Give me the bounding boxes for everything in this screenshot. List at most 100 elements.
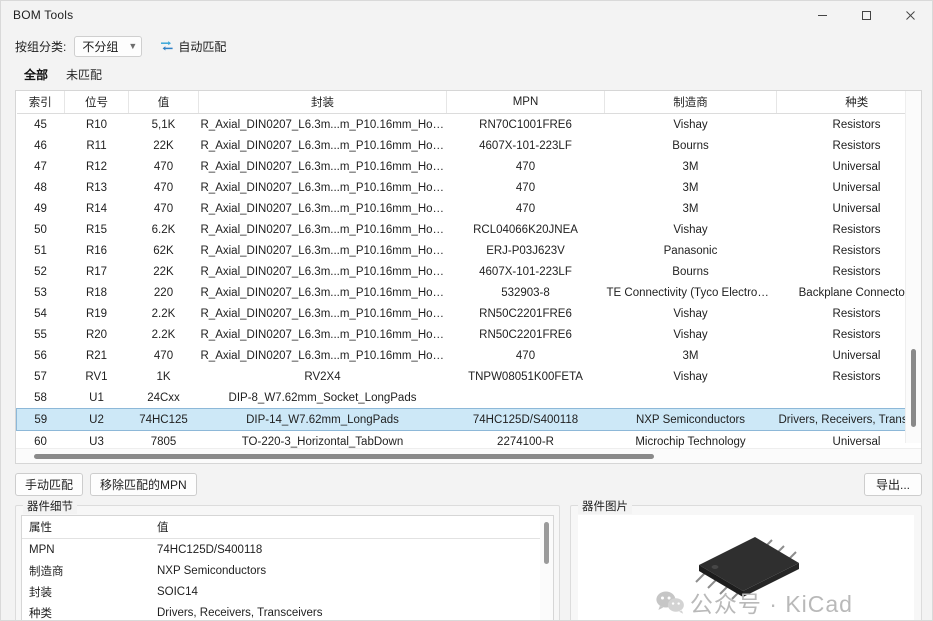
chevron-down-icon: ▼ bbox=[128, 42, 137, 51]
cell-category bbox=[777, 387, 923, 409]
soic-chip-photo bbox=[671, 529, 821, 603]
table-row[interactable]: 49R14470R_Axial_DIN0207_L6.3m...m_P10.16… bbox=[17, 198, 923, 219]
table-row[interactable]: 48R13470R_Axial_DIN0207_L6.3m...m_P10.16… bbox=[17, 177, 923, 198]
cell-manufacturer: TE Connectivity (Tyco Electronics) bbox=[605, 282, 777, 303]
cell-mpn: 4607X-101-223LF bbox=[447, 261, 605, 282]
details-column-header-property: 属性 bbox=[22, 516, 150, 539]
cell-category: Resistors bbox=[777, 366, 923, 387]
details-row: 封装SOIC14 bbox=[22, 581, 553, 602]
tab-all[interactable]: 全部 bbox=[15, 64, 57, 86]
cell-footprint: R_Axial_DIN0207_L6.3m...m_P10.16mm_Horiz… bbox=[199, 114, 447, 136]
table-horizontal-scrollbar[interactable] bbox=[16, 448, 921, 463]
component-details-legend: 器件细节 bbox=[23, 498, 77, 514]
component-details-table-container: 属性 值 MPN74HC125D/S400118制造商NXP Semicondu… bbox=[21, 515, 554, 621]
auto-match-label: 自动匹配 bbox=[178, 38, 226, 55]
cell-manufacturer: Vishay bbox=[605, 303, 777, 324]
cell-manufacturer: Vishay bbox=[605, 219, 777, 240]
details-column-header-value: 值 bbox=[150, 516, 553, 539]
table-row[interactable]: 55R202.2KR_Axial_DIN0207_L6.3m...m_P10.1… bbox=[17, 324, 923, 345]
cell-value: 22K bbox=[129, 261, 199, 282]
details-cell-value: SOIC14 bbox=[150, 581, 553, 602]
window-title: BOM Tools bbox=[13, 8, 73, 22]
details-cell-property: 制造商 bbox=[22, 560, 150, 581]
details-cell-value: Drivers, Receivers, Transceivers bbox=[150, 602, 553, 621]
cell-value: 62K bbox=[129, 240, 199, 261]
auto-match-button[interactable]: 自动匹配 bbox=[156, 37, 230, 56]
column-header-designator[interactable]: 位号 bbox=[65, 91, 129, 114]
group-by-select[interactable]: 不分组 ▼ bbox=[74, 36, 142, 57]
column-header-category[interactable]: 种类 bbox=[777, 91, 923, 114]
cell-mpn: 470 bbox=[447, 177, 605, 198]
table-vertical-scroll-thumb[interactable] bbox=[911, 349, 916, 427]
table-row[interactable]: 51R1662KR_Axial_DIN0207_L6.3m...m_P10.16… bbox=[17, 240, 923, 261]
cell-footprint: DIP-8_W7.62mm_Socket_LongPads bbox=[199, 387, 447, 409]
minimize-icon[interactable] bbox=[800, 1, 844, 29]
table-row[interactable]: 45R105,1KR_Axial_DIN0207_L6.3m...m_P10.1… bbox=[17, 114, 923, 136]
title-bar: BOM Tools bbox=[1, 1, 932, 29]
cell-value: 22K bbox=[129, 135, 199, 156]
column-header-index[interactable]: 索引 bbox=[17, 91, 65, 114]
group-by-value: 不分组 bbox=[82, 38, 118, 55]
manual-match-button[interactable]: 手动匹配 bbox=[15, 473, 83, 496]
cell-index: 49 bbox=[17, 198, 65, 219]
cell-mpn: RN50C2201FRE6 bbox=[447, 303, 605, 324]
cell-designator: RV1 bbox=[65, 366, 129, 387]
cell-index: 54 bbox=[17, 303, 65, 324]
table-row[interactable]: 53R18220R_Axial_DIN0207_L6.3m...m_P10.16… bbox=[17, 282, 923, 303]
table-vertical-scrollbar[interactable] bbox=[905, 91, 921, 443]
column-header-footprint[interactable]: 封装 bbox=[199, 91, 447, 114]
cell-manufacturer: 3M bbox=[605, 345, 777, 366]
details-cell-property: 封装 bbox=[22, 581, 150, 602]
tab-unmatched[interactable]: 未匹配 bbox=[57, 64, 111, 86]
cell-manufacturer: 3M bbox=[605, 156, 777, 177]
details-row: MPN74HC125D/S400118 bbox=[22, 539, 553, 561]
cell-mpn: TNPW08051K00FETA bbox=[447, 366, 605, 387]
cell-designator: R18 bbox=[65, 282, 129, 303]
cell-footprint: R_Axial_DIN0207_L6.3m...m_P10.16mm_Horiz… bbox=[199, 135, 447, 156]
maximize-icon[interactable] bbox=[844, 1, 888, 29]
details-cell-property: 种类 bbox=[22, 602, 150, 621]
table-row[interactable]: 56R21470R_Axial_DIN0207_L6.3m...m_P10.16… bbox=[17, 345, 923, 366]
details-vertical-scroll-thumb[interactable] bbox=[544, 522, 549, 564]
close-icon[interactable] bbox=[888, 1, 932, 29]
table-row[interactable]: 58U124CxxDIP-8_W7.62mm_Socket_LongPads bbox=[17, 387, 923, 409]
cell-footprint: R_Axial_DIN0207_L6.3m...m_P10.16mm_Horiz… bbox=[199, 282, 447, 303]
table-row[interactable]: 57RV11KRV2X4TNPW08051K00FETAVishayResist… bbox=[17, 366, 923, 387]
column-header-manufacturer[interactable]: 制造商 bbox=[605, 91, 777, 114]
cell-category: Universal bbox=[777, 156, 923, 177]
tab-bar: 全部 未匹配 bbox=[1, 64, 932, 86]
cell-manufacturer: Vishay bbox=[605, 114, 777, 136]
cell-mpn: RN50C2201FRE6 bbox=[447, 324, 605, 345]
cell-designator: R17 bbox=[65, 261, 129, 282]
component-details-table: 属性 值 MPN74HC125D/S400118制造商NXP Semicondu… bbox=[22, 516, 553, 621]
cell-index: 59 bbox=[17, 409, 65, 431]
cell-category: Universal bbox=[777, 345, 923, 366]
component-details-panel: 器件细节 属性 值 MPN74HC125D/S400118制造商NXP Semi… bbox=[15, 505, 560, 621]
cell-designator: R12 bbox=[65, 156, 129, 177]
table-horizontal-scroll-thumb[interactable] bbox=[34, 454, 654, 459]
table-row[interactable]: 54R192.2KR_Axial_DIN0207_L6.3m...m_P10.1… bbox=[17, 303, 923, 324]
export-button[interactable]: 导出... bbox=[864, 473, 922, 496]
column-header-value[interactable]: 值 bbox=[129, 91, 199, 114]
table-row[interactable]: 46R1122KR_Axial_DIN0207_L6.3m...m_P10.16… bbox=[17, 135, 923, 156]
table-row[interactable]: 52R1722KR_Axial_DIN0207_L6.3m...m_P10.16… bbox=[17, 261, 923, 282]
remove-matched-mpn-button[interactable]: 移除匹配的MPN bbox=[90, 473, 197, 496]
cell-index: 55 bbox=[17, 324, 65, 345]
cell-index: 58 bbox=[17, 387, 65, 409]
table-row[interactable]: 47R12470R_Axial_DIN0207_L6.3m...m_P10.16… bbox=[17, 156, 923, 177]
cell-mpn: 532903-8 bbox=[447, 282, 605, 303]
cell-index: 50 bbox=[17, 219, 65, 240]
table-row[interactable]: 59U274HC125DIP-14_W7.62mm_LongPads74HC12… bbox=[17, 409, 923, 431]
cell-manufacturer bbox=[605, 387, 777, 409]
table-row[interactable]: 50R156.2KR_Axial_DIN0207_L6.3m...m_P10.1… bbox=[17, 219, 923, 240]
cell-value: 24Cxx bbox=[129, 387, 199, 409]
bom-table-container: 索引 位号 值 封装 MPN 制造商 种类 45R105,1KR_Axial_D… bbox=[15, 90, 922, 464]
details-vertical-scrollbar[interactable] bbox=[540, 516, 553, 621]
cell-footprint: R_Axial_DIN0207_L6.3m...m_P10.16mm_Horiz… bbox=[199, 156, 447, 177]
details-cell-value: NXP Semiconductors bbox=[150, 560, 553, 581]
component-image-view: 公众号 · KiCad bbox=[578, 515, 914, 621]
cell-designator: R11 bbox=[65, 135, 129, 156]
cell-index: 53 bbox=[17, 282, 65, 303]
column-header-mpn[interactable]: MPN bbox=[447, 91, 605, 114]
cell-value: 470 bbox=[129, 345, 199, 366]
